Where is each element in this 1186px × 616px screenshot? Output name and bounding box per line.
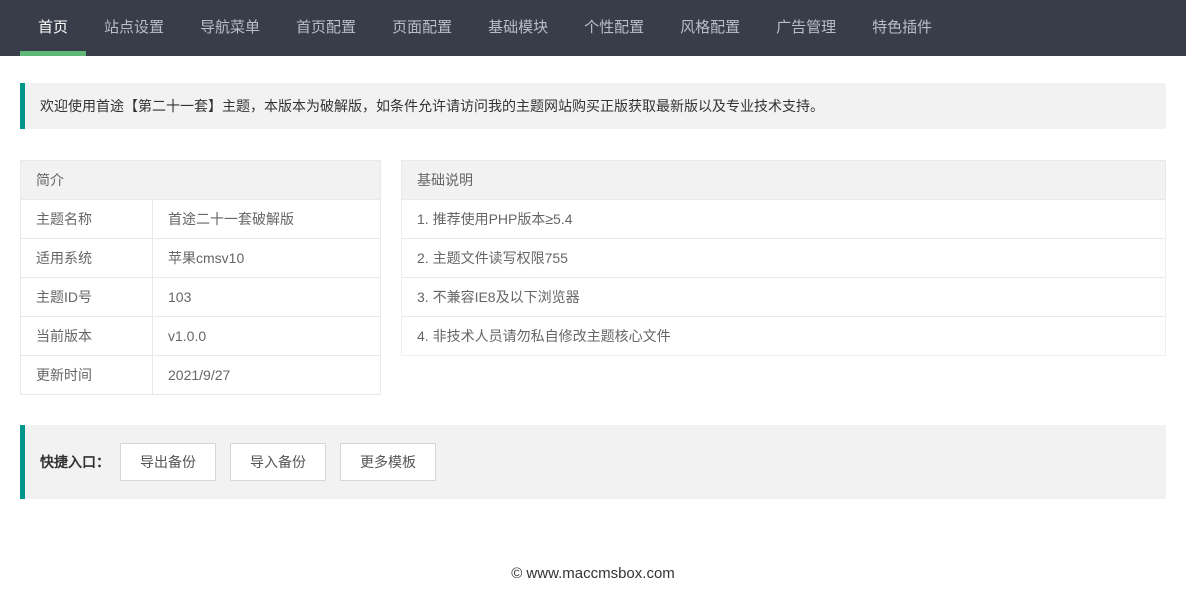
- top-nav: 首页 站点设置 导航菜单 首页配置 页面配置 基础模块 个性配置 风格配置 广告…: [0, 0, 1186, 56]
- nav-tab-nav-menu[interactable]: 导航菜单: [182, 0, 278, 56]
- nav-tab-featured-plugins[interactable]: 特色插件: [854, 0, 950, 56]
- quick-entry-label: 快捷入口：: [40, 452, 110, 472]
- intro-panel-title: 简介: [20, 160, 381, 200]
- welcome-banner: 欢迎使用首途【第二十一套】主题，本版本为破解版，如条件允许请访问我的主题网站购买…: [20, 83, 1166, 129]
- row-label: 主题ID号: [21, 278, 153, 316]
- nav-tab-label: 风格配置: [680, 19, 740, 36]
- notes-list: 1. 推荐使用PHP版本≥5.4 2. 主题文件读写权限755 3. 不兼容IE…: [401, 200, 1166, 356]
- list-item: 2. 主题文件读写权限755: [402, 239, 1165, 278]
- nav-tab-label: 导航菜单: [200, 19, 260, 36]
- row-label: 更新时间: [21, 356, 153, 394]
- notes-panel-title: 基础说明: [401, 160, 1166, 200]
- import-backup-button[interactable]: 导入备份: [230, 443, 326, 481]
- nav-tab-home[interactable]: 首页: [20, 0, 86, 56]
- nav-tab-page-config[interactable]: 页面配置: [374, 0, 470, 56]
- nav-tab-basic-modules[interactable]: 基础模块: [470, 0, 566, 56]
- row-label: 当前版本: [21, 317, 153, 355]
- list-item: 3. 不兼容IE8及以下浏览器: [402, 278, 1165, 317]
- nav-tab-label: 站点设置: [104, 19, 164, 36]
- table-row: 主题名称 首途二十一套破解版: [21, 200, 380, 238]
- info-panels: 简介 主题名称 首途二十一套破解版 适用系统 苹果cmsv10 主题ID号 10…: [20, 160, 1166, 395]
- nav-tab-label: 特色插件: [872, 19, 932, 36]
- welcome-text: 欢迎使用首途【第二十一套】主题，本版本为破解版，如条件允许请访问我的主题网站购买…: [40, 98, 824, 114]
- nav-tab-label: 广告管理: [776, 19, 836, 36]
- row-value: 103: [153, 278, 380, 316]
- list-item: 1. 推荐使用PHP版本≥5.4: [402, 200, 1165, 239]
- nav-tab-style-config[interactable]: 风格配置: [662, 0, 758, 56]
- nav-tab-label: 页面配置: [392, 19, 452, 36]
- nav-tab-personal-config[interactable]: 个性配置: [566, 0, 662, 56]
- nav-tab-home-config[interactable]: 首页配置: [278, 0, 374, 56]
- quick-entry-bar: 快捷入口： 导出备份 导入备份 更多模板: [20, 425, 1166, 499]
- nav-tab-ad-management[interactable]: 广告管理: [758, 0, 854, 56]
- intro-panel: 简介 主题名称 首途二十一套破解版 适用系统 苹果cmsv10 主题ID号 10…: [20, 160, 381, 395]
- nav-tab-label: 首页: [38, 19, 68, 36]
- list-item: 4. 非技术人员请勿私自修改主题核心文件: [402, 317, 1165, 355]
- row-label: 主题名称: [21, 200, 153, 238]
- export-backup-button[interactable]: 导出备份: [120, 443, 216, 481]
- table-row: 适用系统 苹果cmsv10: [21, 238, 380, 277]
- row-label: 适用系统: [21, 239, 153, 277]
- nav-tab-label: 首页配置: [296, 19, 356, 36]
- nav-tab-label: 个性配置: [584, 19, 644, 36]
- table-row: 更新时间 2021/9/27: [21, 355, 380, 394]
- intro-table: 主题名称 首途二十一套破解版 适用系统 苹果cmsv10 主题ID号 103 当…: [20, 200, 381, 395]
- row-value: 苹果cmsv10: [153, 239, 380, 277]
- more-templates-button[interactable]: 更多模板: [340, 443, 436, 481]
- notes-panel: 基础说明 1. 推荐使用PHP版本≥5.4 2. 主题文件读写权限755 3. …: [401, 160, 1166, 356]
- row-value: 2021/9/27: [153, 356, 380, 394]
- row-value: 首途二十一套破解版: [153, 200, 380, 238]
- footer-copyright: © www.maccmsbox.com: [0, 565, 1186, 582]
- nav-tab-label: 基础模块: [488, 19, 548, 36]
- table-row: 当前版本 v1.0.0: [21, 316, 380, 355]
- table-row: 主题ID号 103: [21, 277, 380, 316]
- active-tab-underline: [20, 51, 86, 56]
- row-value: v1.0.0: [153, 317, 380, 355]
- nav-tab-site-settings[interactable]: 站点设置: [86, 0, 182, 56]
